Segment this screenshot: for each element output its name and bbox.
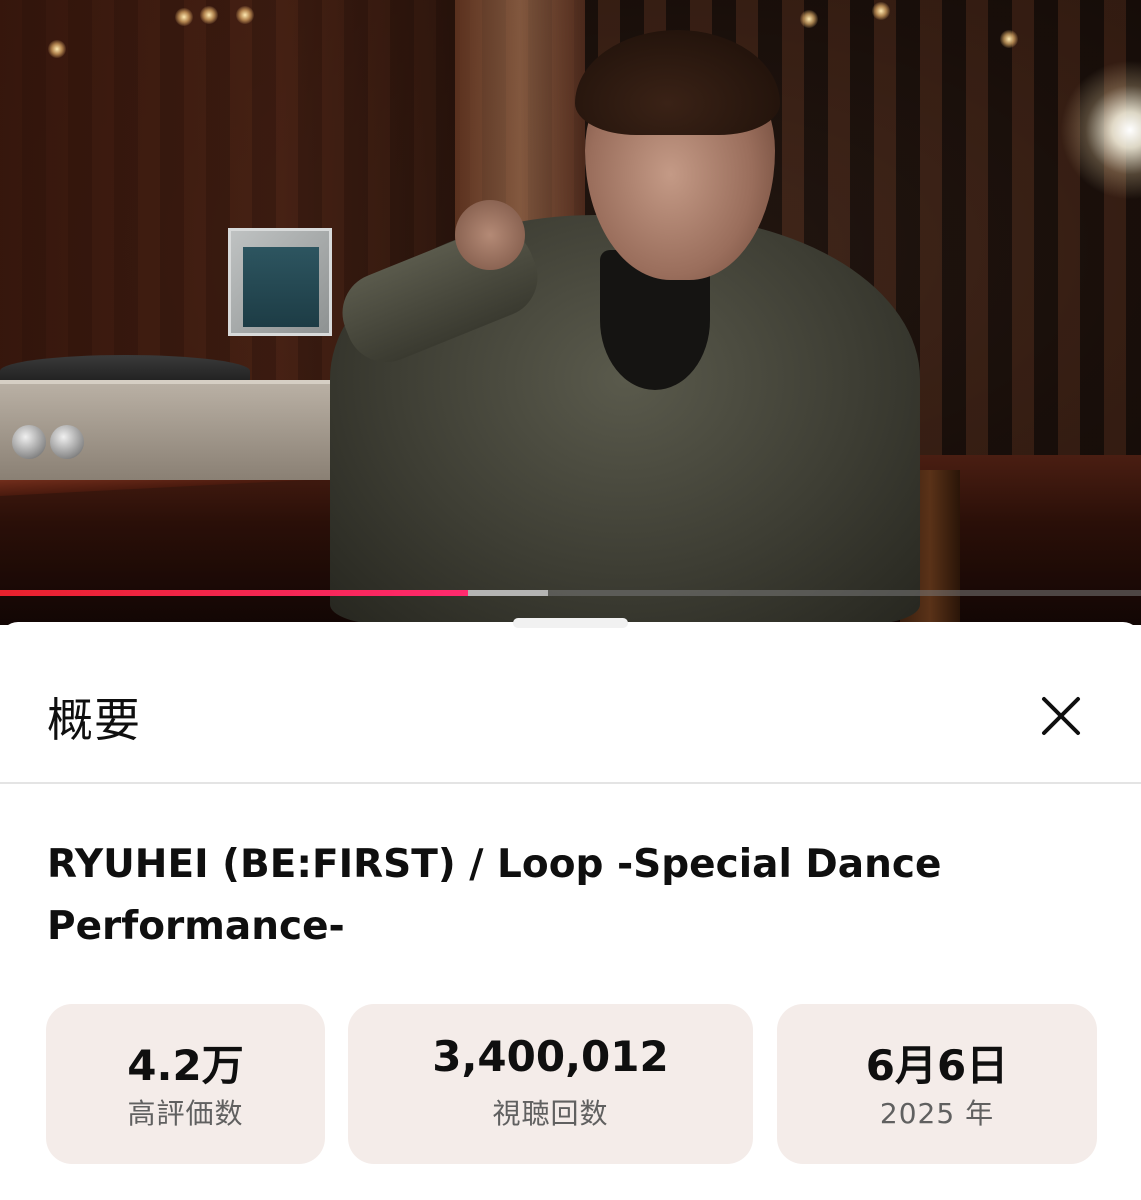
video-frame-light (1000, 30, 1018, 48)
video-frame-light (175, 8, 193, 26)
upload-date: 6月6日 (865, 1041, 1009, 1090)
video-frame-light (48, 40, 66, 58)
close-x-icon (1042, 697, 1080, 735)
views-count: 3,400,012 (432, 1032, 669, 1081)
video-frame-light (236, 6, 254, 24)
video-frame-radio (228, 228, 332, 336)
likes-count: 4.2万 (127, 1041, 244, 1090)
views-label: 視聴回数 (492, 1097, 609, 1130)
video-frame-light (800, 10, 818, 28)
video-frame-knob (50, 425, 84, 459)
video-title: RYUHEI (BE:FIRST) / Loop -Special Dance … (47, 842, 942, 949)
sheet-header: 概要 (0, 622, 1141, 784)
video-frame-radio-screen (243, 247, 319, 327)
likes-stat-card: 4.2万 高評価数 (46, 1004, 325, 1164)
likes-label: 高評価数 (127, 1097, 244, 1130)
upload-year: 2025 年 (879, 1097, 995, 1130)
progress-played (0, 590, 468, 596)
video-frame-knob (12, 425, 46, 459)
video-player[interactable] (0, 0, 1141, 625)
progress-bar[interactable] (0, 590, 1141, 596)
sheet-title: 概要 (47, 693, 141, 747)
video-frame-light (200, 6, 218, 24)
description-sheet: 概要 RYUHEI (BE:FIRST) / Loop -Special Dan… (0, 618, 1141, 1200)
video-frame-light (872, 2, 890, 20)
views-stat-card: 3,400,012 視聴回数 (348, 1004, 753, 1164)
close-button[interactable] (1030, 685, 1092, 747)
video-frame-person-hand (455, 200, 525, 270)
date-stat-card: 6月6日 2025 年 (777, 1004, 1097, 1164)
screen: 概要 RYUHEI (BE:FIRST) / Loop -Special Dan… (0, 0, 1141, 1200)
